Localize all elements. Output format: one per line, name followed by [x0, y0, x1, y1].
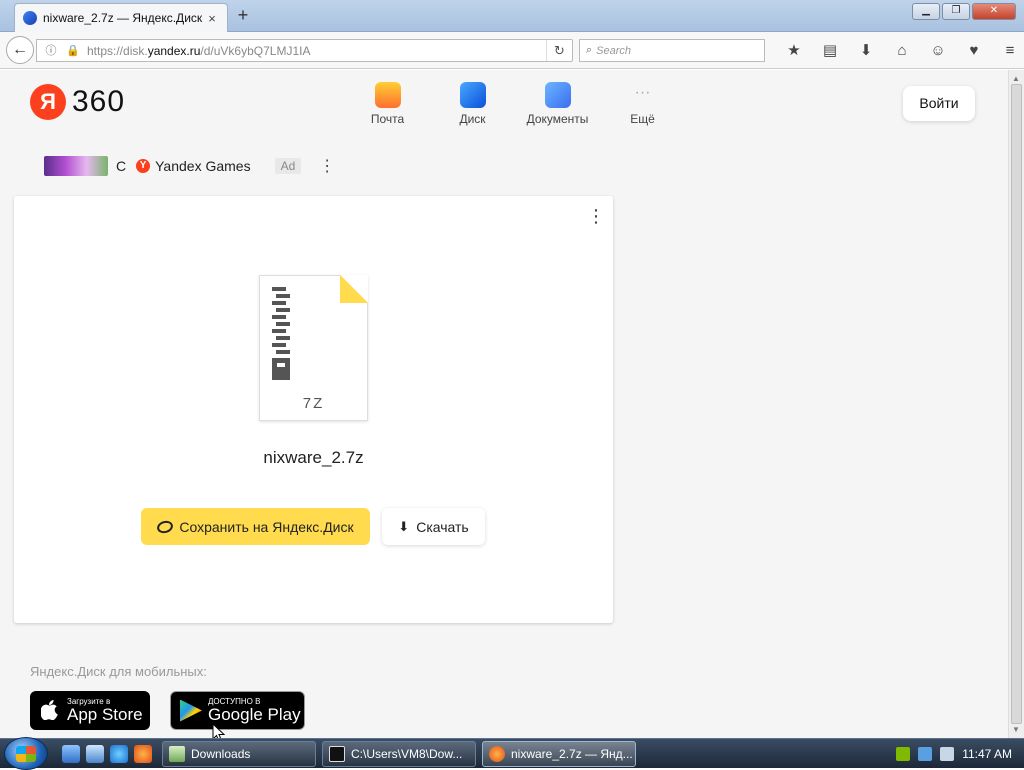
services-nav: Почта Диск Документы ··· Ещё: [345, 82, 685, 126]
browser-tab-strip: nixware_2.7z — Яндекс.Диск × + ▁ ❐ ✕: [0, 0, 1024, 32]
google-play-big-text: Google Play: [208, 705, 301, 724]
window-switch-icon[interactable]: [86, 745, 104, 763]
download-label: Скачать: [416, 518, 469, 535]
service-mail-label: Почта: [370, 112, 405, 126]
save-to-disk-button[interactable]: Сохранить на Яндекс.Диск: [141, 508, 370, 545]
mobile-apps-caption: Яндекс.Диск для мобильных:: [30, 664, 207, 679]
browser-tab-active[interactable]: nixware_2.7z — Яндекс.Диск ×: [14, 3, 228, 32]
file-card: ⋮ 7Z nixware_2.7z Сохранить на Яндекс.Ди…: [14, 196, 613, 623]
logo-360-text: 360: [72, 85, 126, 118]
start-button[interactable]: [4, 737, 48, 770]
taskbar-item-firefox[interactable]: nixware_2.7z — Янд...: [482, 741, 636, 767]
download-button[interactable]: ⬇ Скачать: [382, 508, 485, 545]
reading-list-icon[interactable]: ▤: [812, 38, 848, 64]
page-scrollbar[interactable]: ▲ ▼: [1008, 70, 1024, 738]
firefox-icon[interactable]: [134, 745, 152, 763]
google-play-button[interactable]: ДОСТУПНО В Google Play: [170, 691, 305, 730]
network-icon[interactable]: [918, 747, 933, 761]
yandex-360-logo[interactable]: Я 360: [30, 84, 125, 120]
back-button[interactable]: ←: [6, 36, 34, 64]
search-placeholder: Search: [596, 44, 632, 57]
service-mail[interactable]: Почта: [345, 82, 430, 126]
restore-button[interactable]: ❐: [942, 3, 970, 20]
info-icon[interactable]: ⓘ: [43, 43, 59, 59]
lock-icon[interactable]: 🔒: [65, 43, 81, 59]
service-disk-label: Диск: [459, 112, 486, 126]
more-dots-icon: ···: [634, 84, 651, 101]
search-bar[interactable]: ⌕ Search: [579, 39, 765, 62]
windows-logo-icon: [16, 746, 36, 762]
file-extension-label: 7Z: [302, 395, 325, 412]
ad-menu-icon[interactable]: ⋮: [319, 156, 335, 176]
app-store-big-text: App Store: [67, 705, 143, 724]
smiley-icon[interactable]: ☺: [920, 38, 956, 64]
download-icon: ⬇: [398, 518, 410, 534]
scroll-up-icon[interactable]: ▲: [1012, 74, 1020, 83]
ad-image[interactable]: [44, 156, 108, 176]
volume-icon[interactable]: [940, 747, 955, 761]
file-corner-fold: [340, 275, 368, 303]
system-tray: 11:47 AM: [884, 739, 1024, 769]
quick-launch: [62, 745, 152, 763]
window-controls: ▁ ❐ ✕: [912, 3, 1016, 20]
navigation-toolbar: ← ⓘ 🔒 https://disk.yandex.ru/d/uVk6ybQ7L…: [0, 32, 1024, 69]
service-documents-label: Документы: [526, 112, 589, 126]
close-window-button[interactable]: ✕: [972, 3, 1016, 20]
documents-icon: [544, 82, 571, 108]
scrollbar-thumb[interactable]: [1011, 84, 1022, 724]
url-text[interactable]: https://disk.yandex.ru/d/uVk6ybQ7LMJ1IA: [87, 44, 546, 58]
tray-check-icon[interactable]: [896, 747, 911, 761]
app-store-button[interactable]: Загрузите в App Store: [30, 691, 150, 730]
ad-c-letter: C: [116, 158, 127, 174]
search-icon: ⌕: [586, 44, 593, 56]
close-tab-icon[interactable]: ×: [205, 11, 219, 26]
reload-button[interactable]: ↻: [546, 40, 572, 61]
ad-badge: Ad: [274, 158, 302, 174]
ad-banner[interactable]: C Y Yandex Games Ad ⋮: [44, 156, 335, 176]
ad-brand-name[interactable]: Yandex Games: [155, 158, 250, 174]
bookmark-star-icon[interactable]: ★: [776, 38, 812, 64]
file-name: nixware_2.7z: [263, 448, 364, 467]
pocket-icon[interactable]: ♥: [956, 38, 992, 64]
google-play-icon: [180, 699, 202, 722]
service-disk[interactable]: Диск: [430, 82, 515, 126]
clock[interactable]: 11:47 AM: [962, 747, 1012, 761]
archive-file-icon: 7Z: [259, 275, 368, 421]
firefox-icon: [489, 746, 505, 762]
7zip-icon: [329, 746, 345, 762]
disk-save-icon: [156, 518, 175, 535]
apple-icon: [39, 699, 61, 722]
service-more-label: Ещё: [630, 112, 655, 126]
file-menu-icon[interactable]: ⋮: [587, 207, 605, 225]
yandex-disk-favicon-icon: [23, 11, 37, 25]
login-button[interactable]: Войти: [903, 86, 975, 121]
folder-icon: [169, 746, 185, 762]
service-more[interactable]: ··· Ещё: [600, 82, 685, 126]
zipper-icon: [272, 284, 290, 380]
scroll-down-icon[interactable]: ▼: [1012, 725, 1020, 734]
show-desktop-icon[interactable]: [62, 745, 80, 763]
minimize-button[interactable]: ▁: [912, 3, 940, 20]
home-icon[interactable]: ⌂: [884, 38, 920, 64]
save-to-disk-label: Сохранить на Яндекс.Диск: [179, 518, 354, 535]
yandex-games-icon: Y: [136, 159, 151, 173]
disk-icon: [459, 82, 486, 108]
mail-icon: [374, 82, 401, 108]
hamburger-menu-icon[interactable]: ≡: [992, 38, 1024, 64]
downloads-icon[interactable]: ⬇: [848, 38, 884, 64]
page-content: Я 360 Почта Диск Документы ··· Ещё Войти…: [0, 70, 1008, 738]
taskbar-item-7zip[interactable]: C:\Users\VM8\Dow...: [322, 741, 476, 767]
internet-explorer-icon[interactable]: [110, 745, 128, 763]
yandex-logo-icon: Я: [30, 84, 66, 120]
taskbar-item-downloads[interactable]: Downloads: [162, 741, 316, 767]
new-tab-button[interactable]: +: [234, 6, 252, 26]
address-bar[interactable]: ⓘ 🔒 https://disk.yandex.ru/d/uVk6ybQ7LMJ…: [36, 39, 573, 62]
windows-taskbar: Downloads C:\Users\VM8\Dow... nixware_2.…: [0, 737, 1024, 770]
service-documents[interactable]: Документы: [515, 82, 600, 126]
toolbar-icons: ★ ▤ ⬇ ⌂ ☺ ♥ ≡: [776, 38, 1024, 64]
tab-title: nixware_2.7z — Яндекс.Диск: [43, 11, 203, 25]
